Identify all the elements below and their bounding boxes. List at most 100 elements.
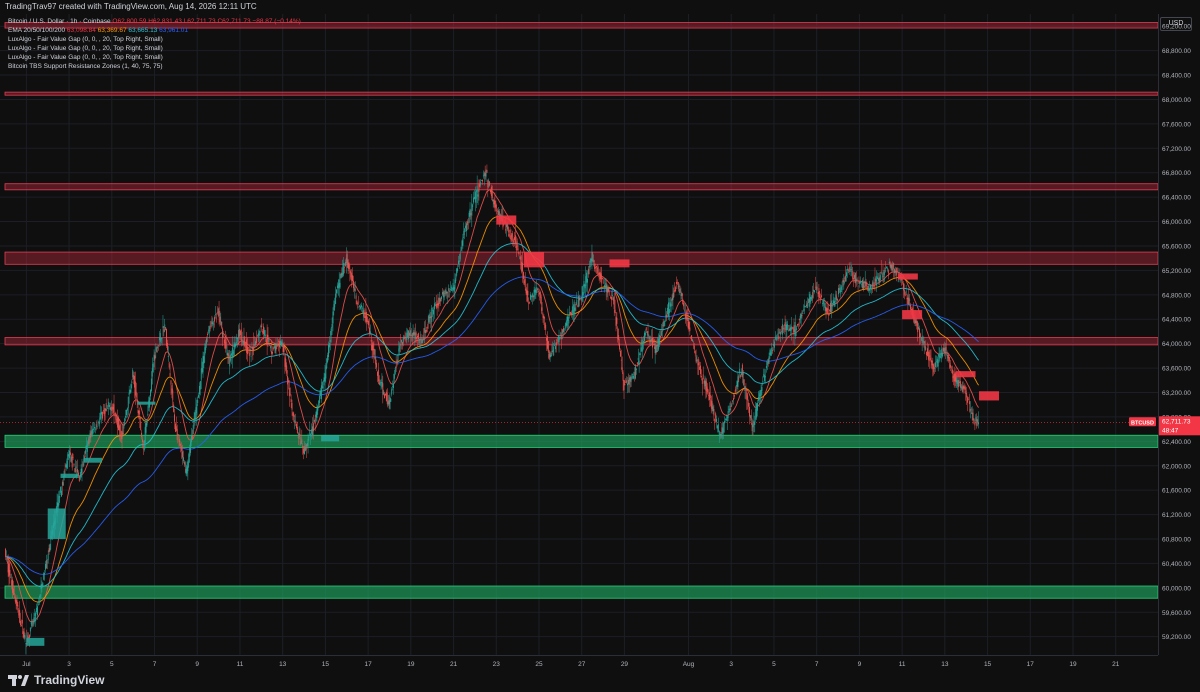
candle-body [677, 282, 679, 289]
candle-body [694, 351, 696, 354]
legend-indicator-fvg-1[interactable]: LuxAlgo - Fair Value Gap (0, 0, , 20, To… [8, 35, 301, 44]
candle-body [716, 425, 718, 429]
candle-body [658, 339, 660, 349]
price-tick-label: 62,400.00 [1162, 439, 1191, 446]
candle-body [467, 222, 469, 223]
candle-body [202, 356, 204, 373]
candle-body [93, 427, 95, 429]
candle-body [669, 302, 671, 307]
candle-body [451, 290, 453, 292]
candle-body [76, 470, 78, 472]
candle-body [906, 298, 908, 300]
candle-body [17, 605, 19, 607]
candle-body [886, 266, 887, 269]
candle-body [804, 305, 806, 308]
candle-body [595, 265, 597, 268]
candle-body [943, 347, 945, 353]
price-axis[interactable]: 69,200.00 68,800.00 68,400.00 68,000.00 67,6… [1158, 14, 1200, 655]
candle-body [671, 297, 673, 301]
candle-body [672, 292, 674, 300]
candle-body [543, 316, 545, 319]
chart-plot-area[interactable]: BTCUSD [0, 14, 1159, 655]
candle-body [330, 328, 332, 336]
candle-body [231, 353, 232, 356]
candle-body [115, 412, 117, 420]
time-tick-label: 3 [729, 661, 733, 668]
candle-body [568, 320, 570, 324]
candle-body [192, 425, 194, 435]
legend-ema-row[interactable]: EMA 20/50/100/200 63,098.84 63,369.67 63… [8, 26, 301, 35]
candle-body [507, 227, 509, 233]
candle-body [907, 297, 909, 305]
candle-body [11, 580, 13, 586]
candle-body [237, 337, 239, 342]
candle-body [273, 345, 275, 349]
support-zone [4, 585, 1159, 599]
candle-body [942, 352, 944, 357]
candle-body [401, 339, 402, 343]
candle-body [478, 183, 480, 192]
tradingview-logo[interactable]: TradingView [8, 673, 104, 687]
currency-button[interactable]: USD [1160, 17, 1192, 31]
time-axis[interactable]: Jul 3 5 7 9 11 13 15 17 19 21 23 25 27 29 Aug 3 5 7 9 11 13 15… [0, 655, 1158, 670]
legend-indicator-fvg-3[interactable]: LuxAlgo - Fair Value Gap (0, 0, , 20, To… [8, 53, 301, 62]
candle-body [250, 356, 252, 357]
candle-body [854, 272, 856, 284]
candle-body [211, 321, 213, 325]
time-tick-label: 9 [858, 661, 862, 668]
candle-body [638, 360, 640, 365]
price-tick-label: 61,600.00 [1162, 488, 1191, 495]
candle-body [867, 285, 869, 291]
legend-indicator-tbs-zones[interactable]: Bitcoin TBS Support Resistance Zones (1,… [8, 62, 301, 71]
candle-body [508, 234, 510, 237]
candle-body [951, 369, 953, 374]
legend-indicator-fvg-2[interactable]: LuxAlgo - Fair Value Gap (0, 0, , 20, To… [8, 44, 301, 53]
candle-body [720, 434, 722, 437]
candle-body [475, 193, 477, 199]
candle-body [643, 341, 645, 344]
candle-body [630, 376, 632, 383]
candle-body [104, 408, 106, 414]
candle-body [134, 375, 135, 388]
candle-body [779, 331, 781, 334]
candle-body [424, 328, 426, 333]
price-chart-svg[interactable]: BTCUSD [0, 14, 1159, 655]
candle-body [228, 355, 230, 360]
candle-body [346, 254, 348, 264]
candle-body [839, 287, 841, 294]
candle-body [526, 290, 528, 302]
candle-body [183, 461, 185, 465]
candle-body [18, 610, 20, 616]
legend-symbol-row[interactable]: Bitcoin / U.S. Dollar · 1h · Coinbase O6… [8, 17, 301, 26]
candle-body [958, 379, 960, 388]
candle-body [295, 421, 297, 423]
candle-body [554, 345, 556, 346]
candle-body [287, 375, 289, 385]
candle-body [45, 564, 46, 570]
candle-body [673, 290, 675, 297]
candle-body [387, 401, 389, 405]
candle-body [75, 466, 77, 469]
candle-body [120, 434, 122, 436]
candle-body [784, 322, 786, 326]
ema20-value: 63,098.84 [66, 27, 96, 34]
candle-body [386, 393, 388, 405]
candle-body [299, 434, 301, 437]
candle-body [392, 385, 394, 387]
candle-body [434, 305, 436, 306]
candle-body [650, 339, 652, 342]
candle-body [932, 363, 934, 370]
candle-body [831, 305, 833, 307]
candle-body [45, 560, 47, 569]
candle-body [328, 343, 330, 348]
candle-body [582, 292, 584, 296]
time-tick-label: 17 [365, 661, 373, 668]
candle-body [110, 407, 112, 411]
candle-body [440, 298, 442, 302]
candle-body [466, 223, 467, 232]
candle-body [260, 325, 262, 328]
candle-body [172, 390, 174, 401]
candle-body [336, 289, 337, 294]
candle-body [344, 267, 345, 268]
candle-body [886, 268, 888, 270]
